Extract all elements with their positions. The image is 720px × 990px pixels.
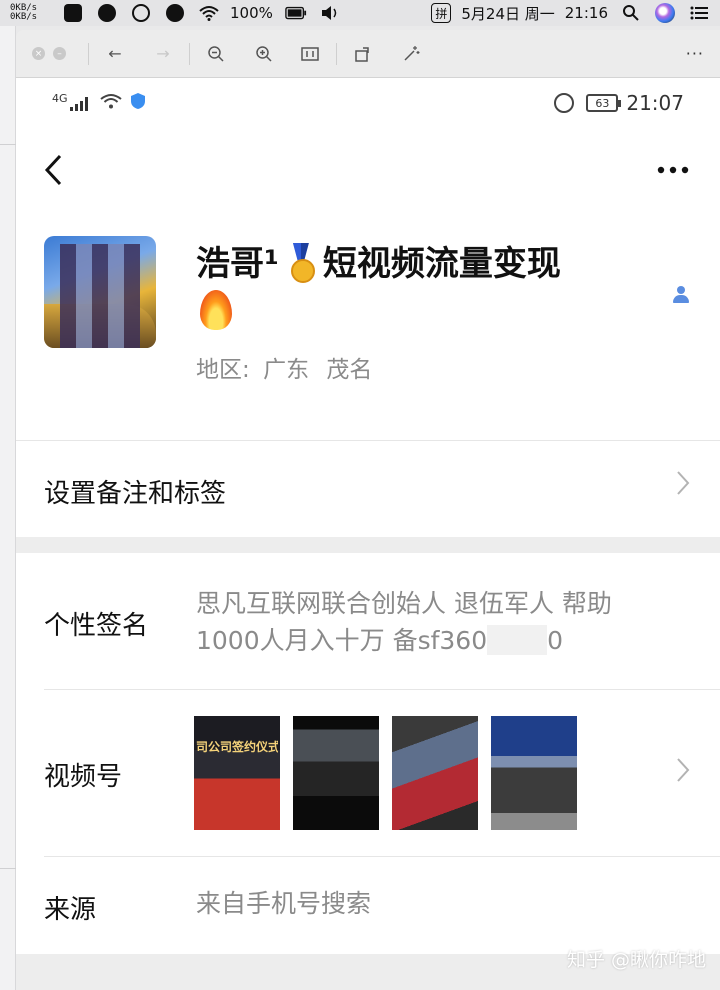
battery-icon[interactable] (285, 4, 307, 22)
network-speed: 0KB/s 0KB/s (10, 4, 50, 22)
channel-thumbnail[interactable]: 司公司签约仪式 (194, 716, 280, 830)
phone-status-right: 63 21:07 (554, 91, 684, 115)
channel-thumbnail[interactable] (293, 716, 379, 830)
phone-time: 21:07 (626, 91, 684, 115)
viewer-toolbar: × – ← → ··· (16, 30, 720, 78)
region-label: 地区: (196, 357, 250, 383)
alarm-icon (554, 93, 575, 113)
region-city: 茂名 (326, 357, 373, 383)
network-type: 4G (52, 92, 68, 105)
signature-label: 个性签名 (44, 611, 149, 641)
signature-text: 思凡互联网联合创始人 退伍军人 帮助 1000人月入十万 备sf360 0 (196, 585, 696, 659)
channels-thumbnails: 司公司签约仪式 (194, 716, 594, 830)
forward-arrow-icon[interactable]: → (151, 42, 175, 66)
signature-row: 个性签名 思凡互联网联合创始人 退伍军人 帮助 1000人月入十万 备sf360… (16, 553, 720, 689)
back-chevron-icon[interactable] (42, 152, 78, 188)
channel-thumbnail[interactable] (392, 716, 478, 830)
toolbar-separator (189, 42, 190, 65)
signature-line-2: 1000人月入十万 备sf360 0 (196, 622, 696, 659)
phone-wifi-icon (99, 93, 122, 114)
menubar-right: 拼 5月24日 周一 21:16 (431, 3, 710, 24)
check-circle-icon[interactable] (164, 4, 186, 22)
signature-line-1: 思凡互联网联合创始人 退伍军人 帮助 (196, 589, 612, 618)
magic-wand-icon[interactable] (399, 42, 423, 66)
nickname-title: 短视频流量变现 (322, 244, 561, 284)
volume-icon[interactable] (319, 4, 341, 22)
siri-icon[interactable] (654, 3, 676, 23)
back-arrow-icon[interactable]: ← (103, 42, 127, 66)
signature-line-2-text: 1000人月入十万 备sf360 (196, 626, 488, 655)
contact-person-icon[interactable] (672, 286, 690, 304)
nickname: 浩哥¹ (196, 244, 279, 284)
channels-label: 视频号 (44, 762, 123, 792)
phone-screen: 4G 63 21:07 浩哥¹ 短视频流量变现 地区: 广东 茂名 设置备注和标… (16, 78, 720, 990)
qq-icon[interactable] (130, 4, 152, 22)
region: 地区: 广东 茂名 (196, 350, 372, 384)
actual-size-icon[interactable] (298, 42, 322, 66)
signature-line-2-end: 0 (547, 626, 564, 655)
zoom-out-icon[interactable] (204, 42, 228, 66)
mac-menu-bar: 0KB/s 0KB/s 100% 拼 5月24日 周一 21:16 (0, 0, 720, 26)
toolbar-separator (336, 42, 337, 65)
phone-status-bar: 4G 63 21:07 (16, 78, 720, 128)
source-value: 来自手机号搜索 (196, 889, 372, 918)
menubar-date[interactable]: 5月24日 周一 (461, 3, 554, 24)
chevron-right-icon (676, 469, 690, 504)
rotate-icon[interactable] (351, 42, 375, 66)
nav-bar (16, 146, 720, 196)
search-icon[interactable] (620, 4, 642, 22)
image-viewer-window: × – ← → ··· 4G 63 21:07 浩哥¹ 短视频流量变现 地区: … (16, 30, 720, 990)
more-icon[interactable]: ··· (686, 44, 704, 63)
wechat-icon[interactable] (96, 4, 118, 22)
phone-battery-level: 63 (595, 96, 610, 110)
fire-icon (196, 288, 236, 332)
region-province: 广东 (263, 357, 310, 383)
redaction-mask (487, 625, 548, 655)
medal-icon (287, 243, 315, 283)
signal-icon (69, 95, 90, 111)
list-icon[interactable] (688, 4, 710, 22)
wifi-icon[interactable] (198, 4, 220, 22)
source-label: 来源 (44, 895, 97, 925)
profile-name: 浩哥¹ 短视频流量变现 (196, 240, 646, 339)
remark-tag-row[interactable]: 设置备注和标签 (16, 441, 720, 537)
shield-icon (130, 92, 146, 115)
zhihu-watermark: 知乎 @瞅你咋地 (566, 949, 706, 971)
avatar[interactable] (44, 236, 156, 348)
more-options-icon[interactable] (656, 152, 690, 182)
section-separator (16, 537, 720, 553)
close-dot-icon[interactable]: × (32, 47, 45, 60)
channel-thumbnail[interactable] (491, 716, 577, 830)
profile-header: 浩哥¹ 短视频流量变现 地区: 广东 茂名 (16, 190, 720, 390)
zoom-in-icon[interactable] (252, 42, 276, 66)
remark-tag-label: 设置备注和标签 (44, 479, 227, 509)
source-row: 来源 来自手机号搜索 (16, 857, 720, 954)
toolbar-separator (88, 42, 89, 65)
phone-battery-icon: 63 (586, 94, 622, 112)
minimize-dot-icon[interactable]: – (53, 47, 66, 60)
menubar-time[interactable]: 21:16 (565, 4, 608, 22)
thumbnail-caption: 司公司签约仪式 (196, 740, 278, 754)
background-window-edge (0, 26, 16, 990)
app-square-icon[interactable] (62, 4, 84, 22)
avatar-mosaic (60, 244, 140, 348)
input-method-icon[interactable]: 拼 (431, 3, 452, 23)
chevron-right-icon (676, 756, 690, 791)
channels-row[interactable]: 视频号 司公司签约仪式 (16, 690, 720, 856)
battery-percent: 100% (230, 4, 273, 22)
download-speed: 0KB/s (10, 12, 38, 22)
